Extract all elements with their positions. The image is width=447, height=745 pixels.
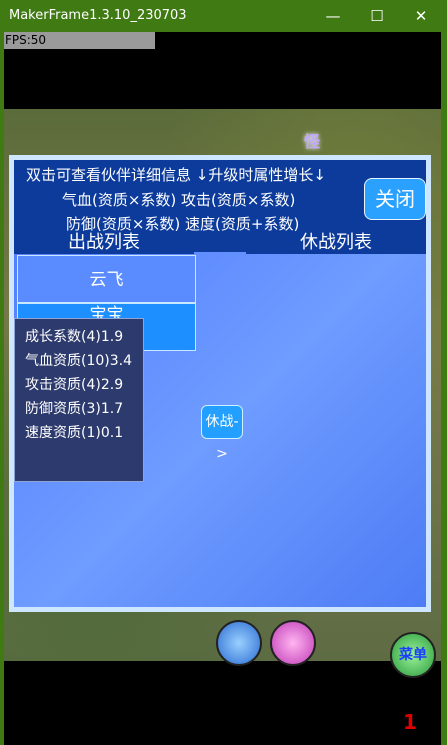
stat-growth: 成长系数(4)1.9: [25, 329, 124, 345]
header-line-3: 防御(资质×系数) 速度(资质+系数): [66, 215, 300, 233]
header-line-1: 双击可查看伙伴详细信息 ↓升级时属性增长↓: [26, 166, 326, 184]
game-viewport[interactable]: FPS:50 怪 菜单 1 双击可查看伙伴详细信息 ↓升级时属性增长↓ 气血(资…: [4, 32, 441, 740]
close-button[interactable]: 关闭: [364, 178, 426, 220]
partner-stats-tooltip: 成长系数(4)1.9 气血资质(10)3.4 攻击资质(4)2.9 防御资质(3…: [14, 318, 144, 482]
skill-button-2[interactable]: [270, 620, 316, 666]
stat-defense: 防御资质(3)1.7: [25, 401, 124, 417]
minimize-icon[interactable]: —: [310, 0, 356, 32]
tab-active-list[interactable]: 出战列表: [14, 232, 194, 254]
window-border-right: [441, 32, 447, 745]
list-item[interactable]: 云飞: [17, 255, 196, 303]
monster-label: 怪: [304, 132, 321, 151]
maximize-icon[interactable]: ☐: [354, 0, 400, 32]
close-window-icon[interactable]: ✕: [398, 0, 444, 32]
stat-speed: 速度资质(1)0.1: [25, 425, 124, 441]
rest-button[interactable]: 休战->: [201, 405, 243, 462]
fps-counter: FPS:50: [4, 32, 155, 49]
window-title: MakerFrame1.3.10_230703: [9, 8, 187, 23]
tab-rest-list[interactable]: 休战列表: [246, 232, 426, 254]
skill-button-1[interactable]: [216, 620, 262, 666]
window-titlebar: MakerFrame1.3.10_230703 — ☐ ✕: [0, 0, 447, 32]
counter-number: 1: [403, 710, 417, 734]
stat-hp: 气血资质(10)3.4: [25, 353, 133, 369]
stat-attack: 攻击资质(4)2.9: [25, 377, 124, 393]
header-line-2: 气血(资质×系数) 攻击(资质×系数): [62, 191, 296, 209]
menu-button[interactable]: 菜单: [390, 632, 436, 678]
